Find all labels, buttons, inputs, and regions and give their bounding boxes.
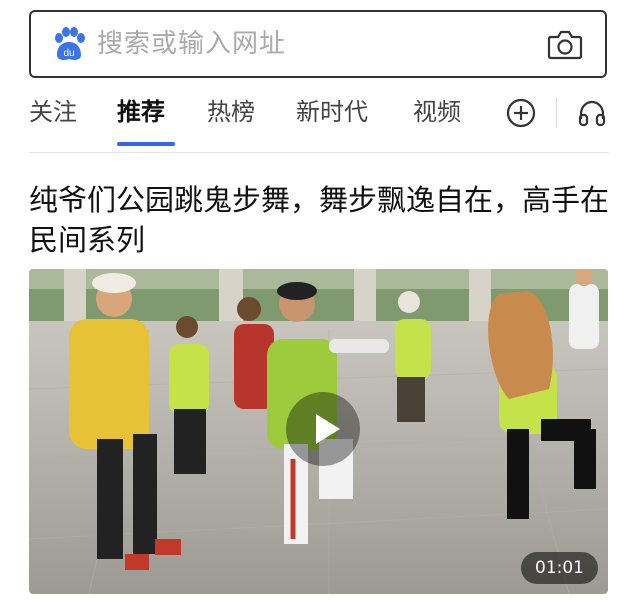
tab-video[interactable]: 视频 xyxy=(413,96,461,128)
tabs-divider xyxy=(29,152,609,153)
channel-tabs: 关注 推荐 热榜 新时代 视频 xyxy=(0,92,640,148)
plus-circle-icon[interactable] xyxy=(505,97,537,129)
camera-icon[interactable] xyxy=(547,28,583,60)
search-input[interactable]: 搜索或输入网址 xyxy=(97,27,286,61)
play-icon[interactable] xyxy=(286,392,360,466)
video-duration-badge: 01:01 xyxy=(521,552,598,584)
headphones-icon[interactable] xyxy=(576,97,608,129)
video-thumbnail[interactable]: 01:01 xyxy=(29,269,608,594)
svg-text:du: du xyxy=(63,48,74,59)
baidu-paw-icon: du xyxy=(55,27,85,60)
tab-new-era[interactable]: 新时代 xyxy=(296,96,368,128)
active-tab-indicator xyxy=(117,142,175,146)
search-bar[interactable]: du 搜索或输入网址 xyxy=(29,10,607,78)
article-headline[interactable]: 纯爷们公园跳鬼步舞，舞步飘逸自在，高手在民间系列 xyxy=(29,180,609,260)
tab-separator xyxy=(556,98,557,128)
tab-recommend[interactable]: 推荐 xyxy=(117,96,165,128)
tab-hot-list[interactable]: 热榜 xyxy=(207,96,255,128)
tab-follow[interactable]: 关注 xyxy=(29,96,77,128)
